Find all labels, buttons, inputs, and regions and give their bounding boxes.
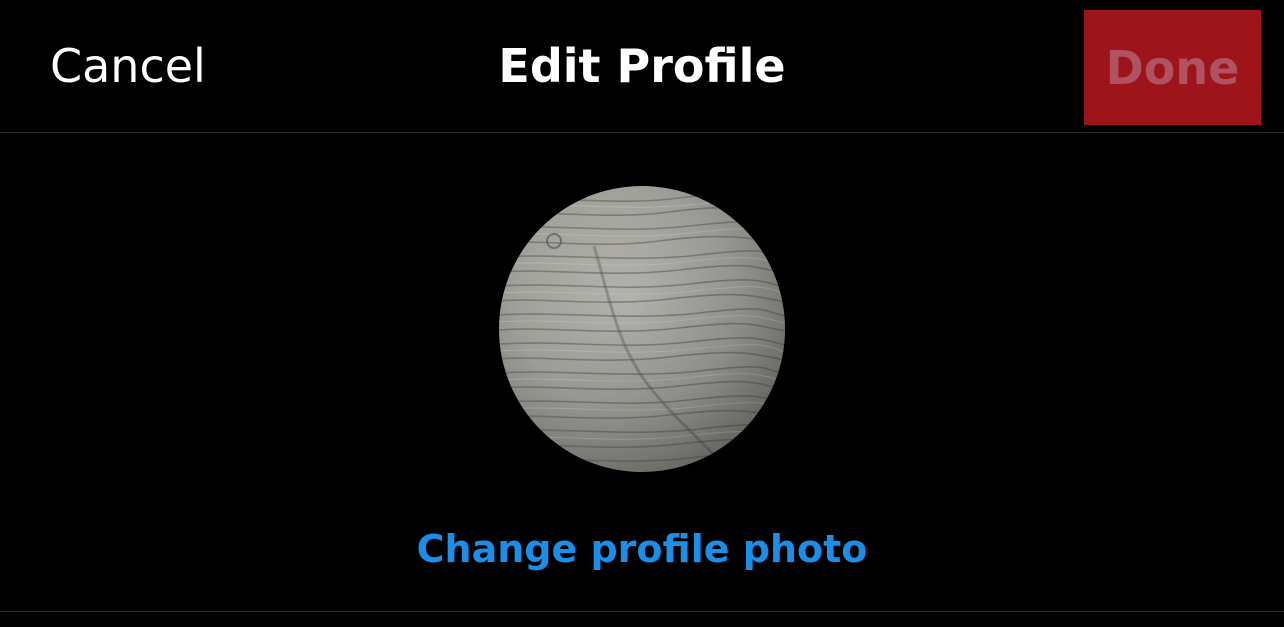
change-photo-row: Change profile photo (0, 521, 1284, 577)
done-button[interactable]: Done (1084, 10, 1261, 125)
wood-grain-avatar-image (499, 186, 785, 472)
avatar[interactable] (499, 186, 785, 472)
divider (0, 611, 1284, 612)
done-button-label: Done (1105, 40, 1240, 95)
change-profile-photo-link[interactable]: Change profile photo (417, 527, 868, 571)
navigation-bar: Cancel Edit Profile Done (0, 0, 1284, 133)
profile-photo-section: Change profile photo (0, 133, 1284, 611)
cancel-button[interactable]: Cancel (50, 38, 206, 94)
